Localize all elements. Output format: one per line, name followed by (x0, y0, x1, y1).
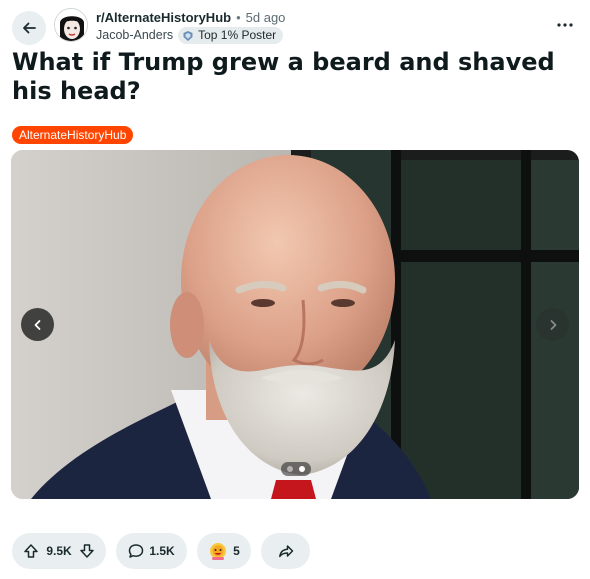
post-header: r/AlternateHistoryHub • 5d ago Jacob-And… (12, 6, 582, 46)
award-count: 5 (233, 544, 240, 558)
post-age: 5d ago (245, 10, 286, 25)
award-button[interactable]: 5 (197, 533, 251, 569)
arrow-left-icon (21, 20, 37, 36)
arrow-down-icon[interactable] (79, 543, 95, 559)
more-horizontal-icon (557, 23, 573, 27)
share-button[interactable] (261, 533, 310, 569)
flair-label: Top 1% Poster (198, 28, 277, 42)
back-button[interactable] (12, 11, 46, 45)
more-options-button[interactable] (552, 12, 578, 38)
meta-separator: • (236, 10, 241, 25)
post-image (11, 150, 579, 499)
vote-control: 9.5K (12, 533, 106, 569)
subreddit-avatar[interactable] (54, 8, 88, 42)
arrow-up-icon[interactable] (23, 543, 39, 559)
post-meta: r/AlternateHistoryHub • 5d ago Jacob-And… (96, 9, 285, 44)
gallery-pager (281, 462, 311, 476)
share-arrow-icon (278, 543, 294, 559)
gallery-prev-button[interactable] (21, 308, 54, 341)
author-flair: Top 1% Poster (178, 27, 284, 44)
award-medal-icon (208, 541, 228, 561)
top-poster-icon (182, 30, 194, 42)
comment-bubble-icon (128, 543, 144, 559)
comments-button[interactable]: 1.5K (116, 533, 187, 569)
pager-dot[interactable] (287, 466, 293, 472)
vote-score: 9.5K (46, 544, 72, 558)
comment-count: 1.5K (149, 544, 175, 558)
pager-dot-active[interactable] (299, 466, 305, 472)
chevron-right-icon (547, 319, 559, 331)
post-flair-tag[interactable]: AlternateHistoryHub (12, 126, 134, 144)
chevron-left-icon (32, 319, 44, 331)
subreddit-link[interactable]: r/AlternateHistoryHub (96, 9, 231, 26)
post-action-bar: 9.5K 1.5K 5 (12, 533, 310, 569)
image-gallery[interactable] (11, 150, 579, 499)
post-title: What if Trump grew a beard and shaved hi… (12, 48, 555, 105)
gallery-next-button[interactable] (536, 308, 569, 341)
author-link[interactable]: Jacob-Anders (96, 27, 173, 44)
